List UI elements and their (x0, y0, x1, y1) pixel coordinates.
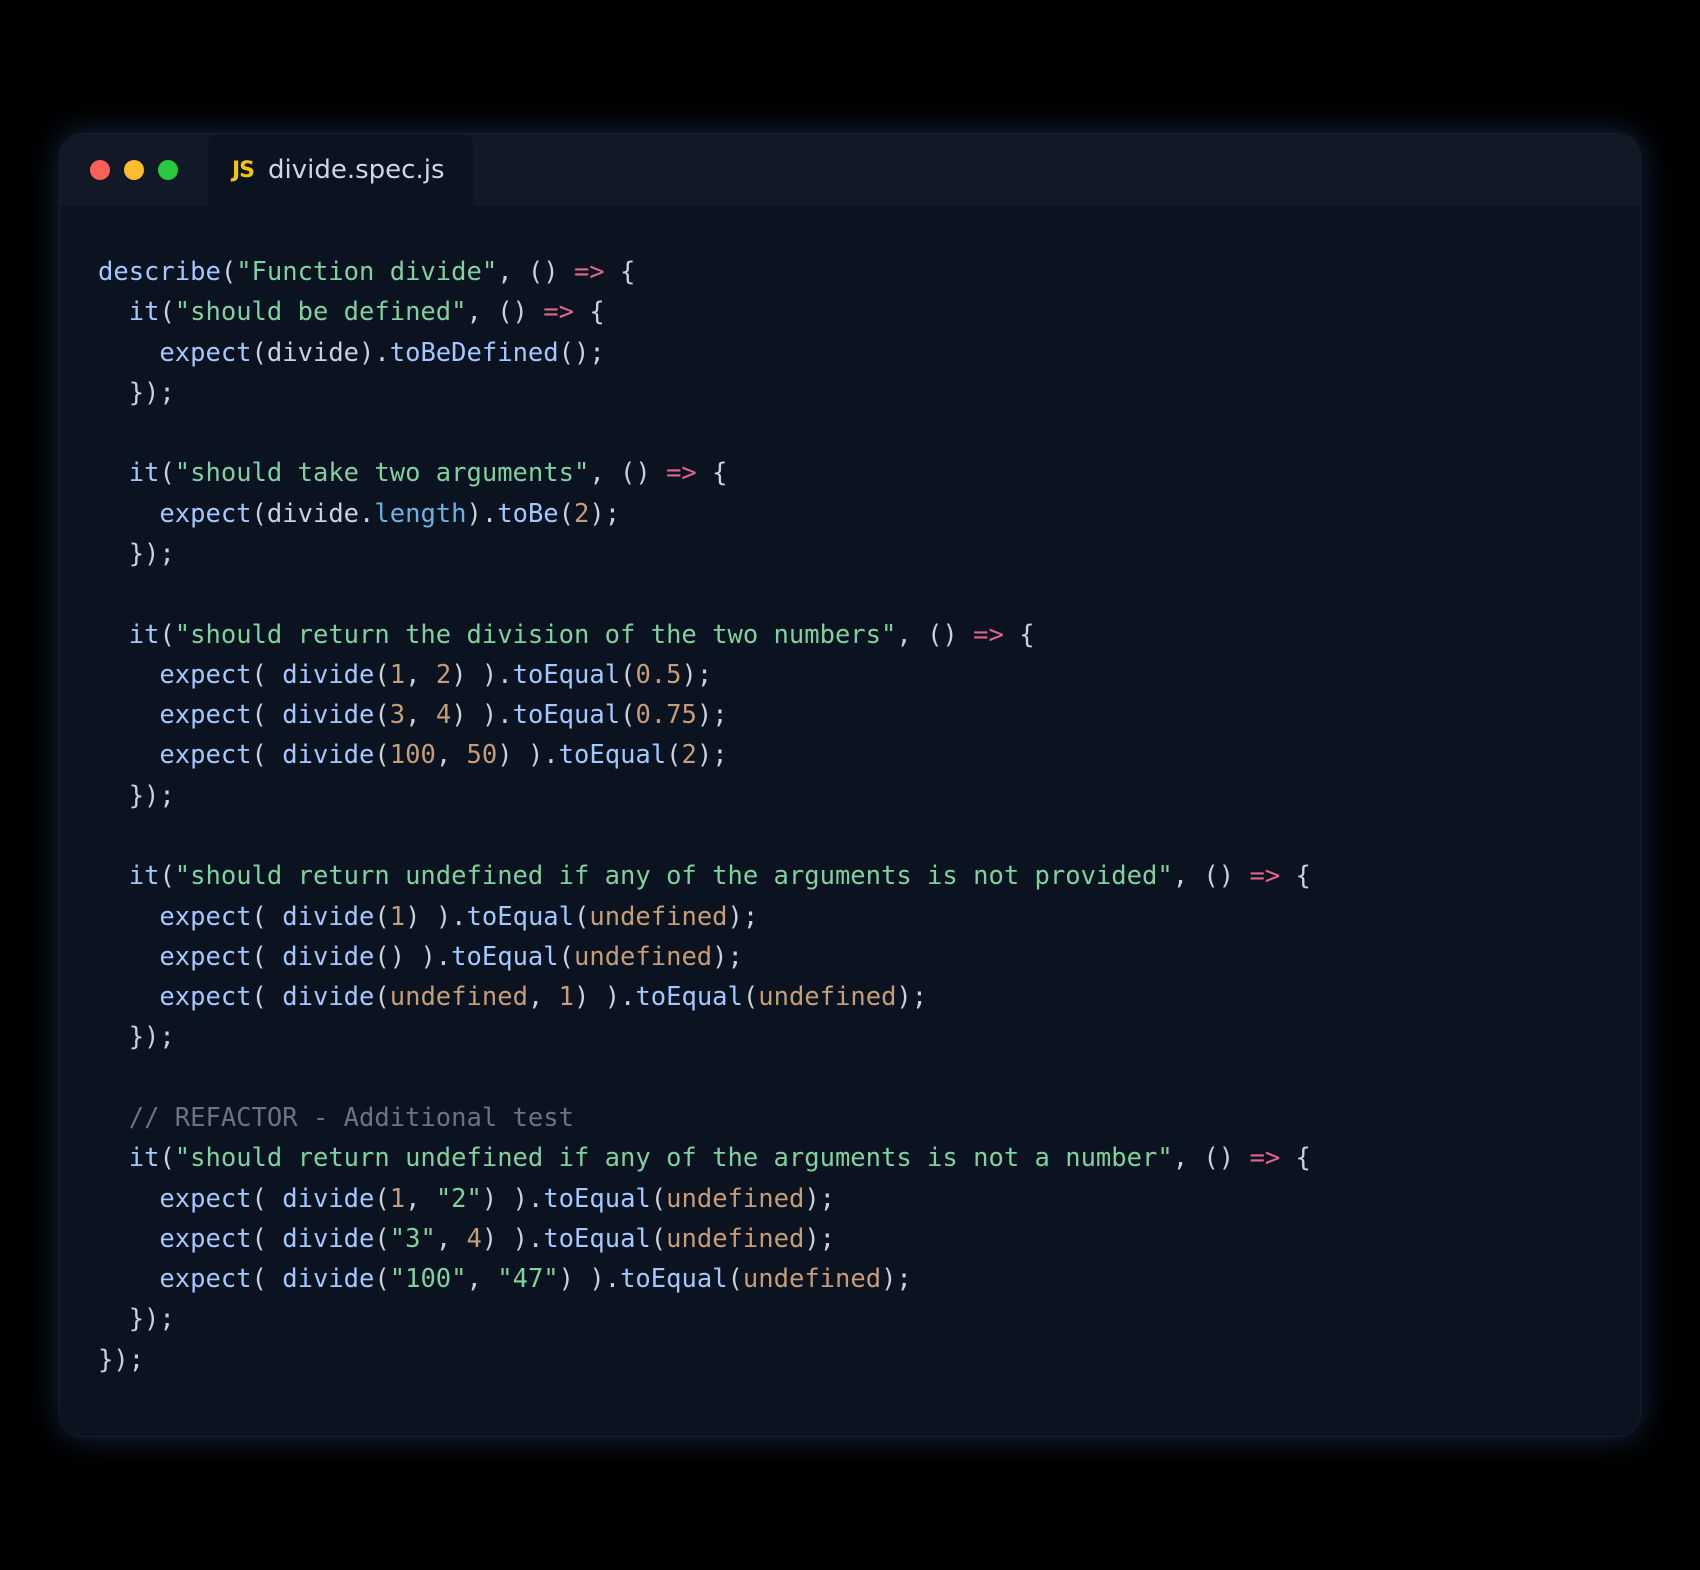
toequal-call: toEqual (543, 1184, 650, 1214)
undefined-literal: undefined (589, 902, 727, 932)
number-literal: 0.5 (635, 660, 681, 690)
divide-ident: divide (267, 499, 359, 529)
number-literal: 1 (390, 902, 405, 932)
expect-call: expect (159, 660, 251, 690)
toequal-call: toEqual (467, 902, 574, 932)
tab-filename: divide.spec.js (268, 155, 444, 185)
arrow-token: => (1249, 861, 1280, 891)
number-literal: 2 (682, 740, 697, 770)
undefined-literal: undefined (390, 982, 528, 1012)
divide-call: divide (282, 1184, 374, 1214)
describe-label: "Function divide" (236, 257, 497, 287)
it-call: it (129, 1143, 160, 1173)
it-call: it (129, 297, 160, 327)
it5-label: "should return undefined if any of the a… (175, 1143, 1173, 1173)
divide-call: divide (282, 700, 374, 730)
undefined-literal: undefined (743, 1264, 881, 1294)
string-literal: "3" (390, 1224, 436, 1254)
minimize-window-button[interactable] (124, 160, 144, 180)
arrow-token: => (1249, 1143, 1280, 1173)
file-tab[interactable]: JS divide.spec.js (208, 134, 473, 206)
expect-call: expect (159, 1264, 251, 1294)
toequal-call: toEqual (559, 740, 666, 770)
divide-call: divide (282, 982, 374, 1012)
number-literal: 4 (436, 700, 451, 730)
number-literal: 0.75 (635, 700, 696, 730)
arrow-token: => (574, 257, 605, 287)
toequal-call: toEqual (513, 700, 620, 730)
tobe-call: toBe (497, 499, 558, 529)
number-literal: 3 (390, 700, 405, 730)
undefined-literal: undefined (666, 1224, 804, 1254)
comment-refactor: // REFACTOR - Additional test (129, 1103, 574, 1133)
it-call: it (129, 861, 160, 891)
number-literal: 1 (390, 1184, 405, 1214)
number-literal: 1 (559, 982, 574, 1012)
expect-call: expect (159, 700, 251, 730)
expect-call: expect (159, 1184, 251, 1214)
divide-call: divide (282, 1264, 374, 1294)
editor-window: JS divide.spec.js describe("Function div… (60, 134, 1640, 1436)
expect-call: expect (159, 740, 251, 770)
number-literal: 50 (467, 740, 498, 770)
arrow-token: => (973, 620, 1004, 650)
string-literal: "47" (497, 1264, 558, 1294)
toequal-call: toEqual (451, 942, 558, 972)
expect-call: expect (159, 902, 251, 932)
describe-call: describe (98, 257, 221, 287)
toequal-call: toEqual (620, 1264, 727, 1294)
undefined-literal: undefined (758, 982, 896, 1012)
number-literal: 1 (390, 660, 405, 690)
expect-call: expect (159, 1224, 251, 1254)
divide-call: divide (282, 740, 374, 770)
traffic-lights (90, 160, 178, 180)
undefined-literal: undefined (666, 1184, 804, 1214)
toequal-call: toEqual (513, 660, 620, 690)
code-editor[interactable]: describe("Function divide", () => { it("… (60, 206, 1640, 1436)
divide-ident: divide (267, 338, 359, 368)
expect-call: expect (159, 338, 251, 368)
expect-call: expect (159, 982, 251, 1012)
it4-label: "should return undefined if any of the a… (175, 861, 1173, 891)
expect-call: expect (159, 499, 251, 529)
toequal-call: toEqual (635, 982, 742, 1012)
tobedefined-call: toBeDefined (390, 338, 559, 368)
toequal-call: toEqual (543, 1224, 650, 1254)
it-call: it (129, 620, 160, 650)
divide-call: divide (282, 660, 374, 690)
number-literal: 2 (436, 660, 451, 690)
number-literal: 2 (574, 499, 589, 529)
expect-call: expect (159, 942, 251, 972)
number-literal: 4 (467, 1224, 482, 1254)
arrow-token: => (666, 458, 697, 488)
js-file-icon: JS (232, 158, 254, 183)
close-window-button[interactable] (90, 160, 110, 180)
it-call: it (129, 458, 160, 488)
divide-call: divide (282, 942, 374, 972)
zoom-window-button[interactable] (158, 160, 178, 180)
string-literal: "100" (390, 1264, 467, 1294)
it1-label: "should be defined" (175, 297, 467, 327)
undefined-literal: undefined (574, 942, 712, 972)
string-literal: "2" (436, 1184, 482, 1214)
it2-label: "should take two arguments" (175, 458, 590, 488)
arrow-token: => (543, 297, 574, 327)
length-prop: length (374, 499, 466, 529)
divide-call: divide (282, 902, 374, 932)
number-literal: 100 (390, 740, 436, 770)
title-bar: JS divide.spec.js (60, 134, 1640, 206)
divide-call: divide (282, 1224, 374, 1254)
it3-label: "should return the division of the two n… (175, 620, 897, 650)
